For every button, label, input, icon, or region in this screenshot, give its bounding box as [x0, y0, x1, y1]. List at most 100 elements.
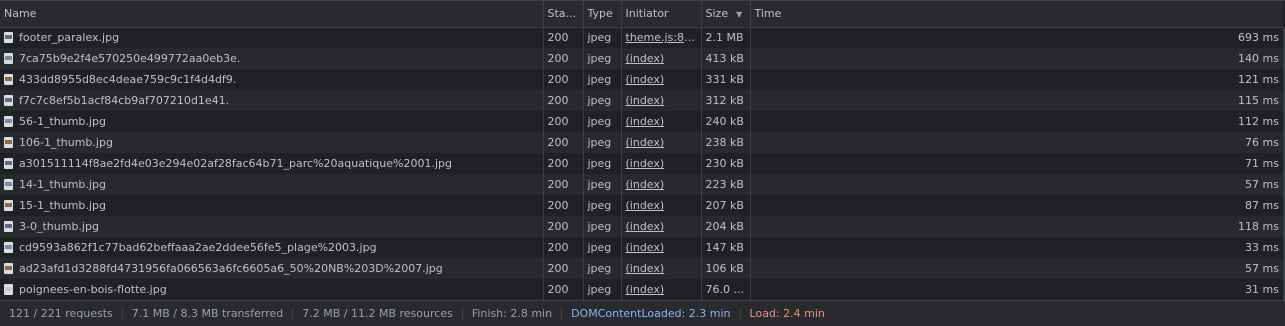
- table-row[interactable]: 106-1_thumb.jpg 200 jpeg (index) 238 kB 76 ms: [0, 132, 1283, 153]
- table-row[interactable]: 433dd8955d8ec4deae759c9c1f4d4df9. 200 jpeg…: [0, 69, 1283, 90]
- table-row[interactable]: 7ca75b9e2f4e570250e499772aa0eb3e. 200 jpeg…: [0, 48, 1283, 69]
- request-name: f7c7c8ef5b1acf84cb9af707210d1e41.: [19, 94, 230, 107]
- request-name-cell[interactable]: 7ca75b9e2f4e570250e499772aa0eb3e.: [0, 48, 543, 69]
- time-cell: 31 ms: [749, 279, 1283, 300]
- initiator-link[interactable]: (index): [626, 115, 665, 128]
- status-cell: 200: [542, 153, 583, 174]
- status-cell: 200: [542, 195, 583, 216]
- initiator-link[interactable]: (index): [626, 199, 665, 212]
- request-name: 7ca75b9e2f4e570250e499772aa0eb3e.: [19, 52, 241, 65]
- column-header-time[interactable]: Time: [749, 1, 1283, 28]
- type-cell: jpeg: [582, 48, 621, 69]
- initiator-link[interactable]: (index): [626, 157, 665, 170]
- size-cell: 207 kB: [700, 195, 750, 216]
- initiator-cell: (index): [620, 48, 701, 69]
- column-header-initiator[interactable]: Initiator: [620, 1, 701, 28]
- initiator-link[interactable]: (index): [626, 178, 665, 191]
- initiator-link[interactable]: (index): [626, 241, 665, 254]
- type-cell: jpeg: [582, 258, 621, 279]
- request-name-cell[interactable]: 14-1_thumb.jpg: [0, 174, 543, 195]
- size-cell: 147 kB: [700, 237, 750, 258]
- image-file-icon: [4, 263, 13, 274]
- network-requests-table: Name Sta... Type Initiator Size ▼ Time fo…: [0, 1, 1283, 300]
- request-name: 433dd8955d8ec4deae759c9c1f4d4df9.: [19, 73, 237, 86]
- status-cell: 200: [542, 27, 583, 48]
- request-name: cd9593a862f1c77bad62beffaaa2ae2ddee56fe5…: [19, 241, 377, 254]
- image-file-icon: [4, 32, 13, 44]
- column-header-size-label: Size: [705, 7, 729, 21]
- column-header-size[interactable]: Size ▼: [700, 1, 750, 28]
- request-name-cell[interactable]: f7c7c8ef5b1acf84cb9af707210d1e41.: [0, 90, 543, 111]
- size-cell: 331 kB: [700, 69, 750, 90]
- status-cell: 200: [542, 48, 583, 69]
- image-file-icon: [4, 137, 13, 148]
- request-name-cell[interactable]: cd9593a862f1c77bad62beffaaa2ae2ddee56fe5…: [0, 237, 543, 258]
- network-panel: Name Sta... Type Initiator Size ▼ Time fo…: [0, 0, 1285, 326]
- table-row[interactable]: 56-1_thumb.jpg 200 jpeg (index) 240 kB 112 ms: [0, 111, 1283, 132]
- request-name-cell[interactable]: 56-1_thumb.jpg: [0, 111, 543, 132]
- size-cell: 238 kB: [700, 132, 750, 153]
- request-name-cell[interactable]: footer_paralex.jpg: [0, 27, 543, 48]
- request-name-cell[interactable]: 15-1_thumb.jpg: [0, 195, 543, 216]
- table-row[interactable]: 14-1_thumb.jpg 200 jpeg (index) 223 kB 57 ms: [0, 174, 1283, 195]
- table-row[interactable]: cd9593a862f1c77bad62beffaaa2ae2ddee56fe5…: [0, 237, 1283, 258]
- time-cell: 33 ms: [749, 237, 1283, 258]
- request-name: footer_paralex.jpg: [19, 31, 120, 45]
- time-cell: 140 ms: [749, 48, 1283, 69]
- request-name-cell[interactable]: ad23afd1d3288fd4731956fa066563a6fc6605a6…: [0, 258, 543, 279]
- type-cell: jpeg: [582, 27, 621, 48]
- size-cell: 2.1 MB: [700, 27, 750, 48]
- initiator-link[interactable]: (index): [626, 73, 665, 86]
- status-bar: 121 / 221 requests 7.1 MB / 8.3 MB trans…: [0, 300, 1285, 326]
- request-name: 56-1_thumb.jpg: [19, 115, 106, 128]
- type-cell: jpeg: [582, 237, 621, 258]
- status-cell: 200: [542, 90, 583, 111]
- table-row[interactable]: 15-1_thumb.jpg 200 jpeg (index) 207 kB 87 ms: [0, 195, 1283, 216]
- request-name-cell[interactable]: 3-0_thumb.jpg: [0, 216, 543, 237]
- initiator-cell: (index): [620, 279, 701, 300]
- size-cell: 76.0 ...: [700, 279, 750, 300]
- initiator-cell: (index): [620, 69, 701, 90]
- initiator-link[interactable]: (index): [626, 283, 665, 296]
- column-header-name[interactable]: Name: [0, 1, 543, 28]
- table-row[interactable]: ad23afd1d3288fd4731956fa066563a6fc6605a6…: [0, 258, 1283, 279]
- request-name-cell[interactable]: 433dd8955d8ec4deae759c9c1f4d4df9.: [0, 69, 543, 90]
- initiator-cell: theme.js:833: [620, 27, 701, 48]
- time-cell: 115 ms: [749, 90, 1283, 111]
- size-cell: 240 kB: [700, 111, 750, 132]
- table-row[interactable]: 3-0_thumb.jpg 200 jpeg (index) 204 kB 118 ms: [0, 216, 1283, 237]
- initiator-link[interactable]: (index): [626, 136, 665, 149]
- request-name-cell[interactable]: poignees-en-bois-flotte.jpg: [0, 279, 543, 300]
- table-row[interactable]: f7c7c8ef5b1acf84cb9af707210d1e41. 200 jpeg…: [0, 90, 1283, 111]
- type-cell: jpeg: [582, 174, 621, 195]
- time-cell: 57 ms: [749, 258, 1283, 279]
- blank-file-icon: [4, 284, 13, 295]
- time-cell: 57 ms: [749, 174, 1283, 195]
- initiator-link[interactable]: (index): [626, 52, 665, 65]
- resources-size: 7.2 MB / 11.2 MB resources: [293, 306, 463, 321]
- request-name: 15-1_thumb.jpg: [19, 199, 106, 212]
- request-name-cell[interactable]: 106-1_thumb.jpg: [0, 132, 543, 153]
- initiator-cell: (index): [620, 174, 701, 195]
- size-cell: 204 kB: [700, 216, 750, 237]
- initiator-cell: (index): [620, 258, 701, 279]
- request-name-cell[interactable]: a301511114f8ae2fd4e03e294e02af28fac64b71…: [0, 153, 543, 174]
- time-cell: 87 ms: [749, 195, 1283, 216]
- initiator-cell: (index): [620, 111, 701, 132]
- initiator-link[interactable]: (index): [626, 220, 665, 233]
- initiator-cell: (index): [620, 195, 701, 216]
- size-cell: 312 kB: [700, 90, 750, 111]
- table-header-row: Name Sta... Type Initiator Size ▼ Time: [0, 1, 1283, 28]
- column-header-status[interactable]: Sta...: [542, 1, 583, 28]
- initiator-link[interactable]: theme.js:833: [626, 31, 699, 44]
- size-cell: 230 kB: [700, 153, 750, 174]
- column-header-type[interactable]: Type: [582, 1, 621, 28]
- table-row[interactable]: a301511114f8ae2fd4e03e294e02af28fac64b71…: [0, 153, 1283, 174]
- type-cell: jpeg: [582, 132, 621, 153]
- request-name: 106-1_thumb.jpg: [19, 136, 113, 149]
- table-row[interactable]: poignees-en-bois-flotte.jpg 200 jpeg (index…: [0, 279, 1283, 300]
- table-row[interactable]: footer_paralex.jpg 200 jpeg theme.js:833 2.1…: [0, 27, 1283, 48]
- initiator-link[interactable]: (index): [626, 262, 665, 275]
- request-name: a301511114f8ae2fd4e03e294e02af28fac64b71…: [19, 157, 452, 170]
- initiator-link[interactable]: (index): [626, 94, 665, 107]
